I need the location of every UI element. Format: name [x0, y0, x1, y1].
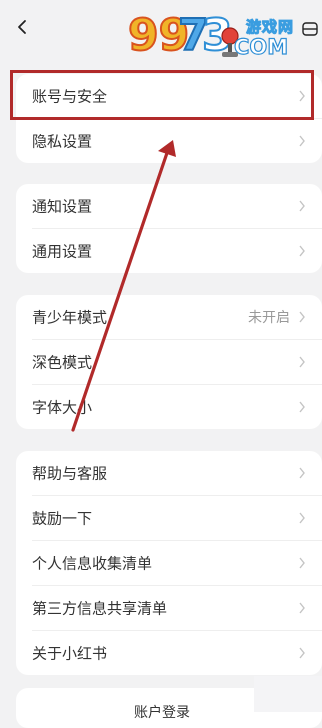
annotation-arrow-icon	[71, 140, 176, 432]
